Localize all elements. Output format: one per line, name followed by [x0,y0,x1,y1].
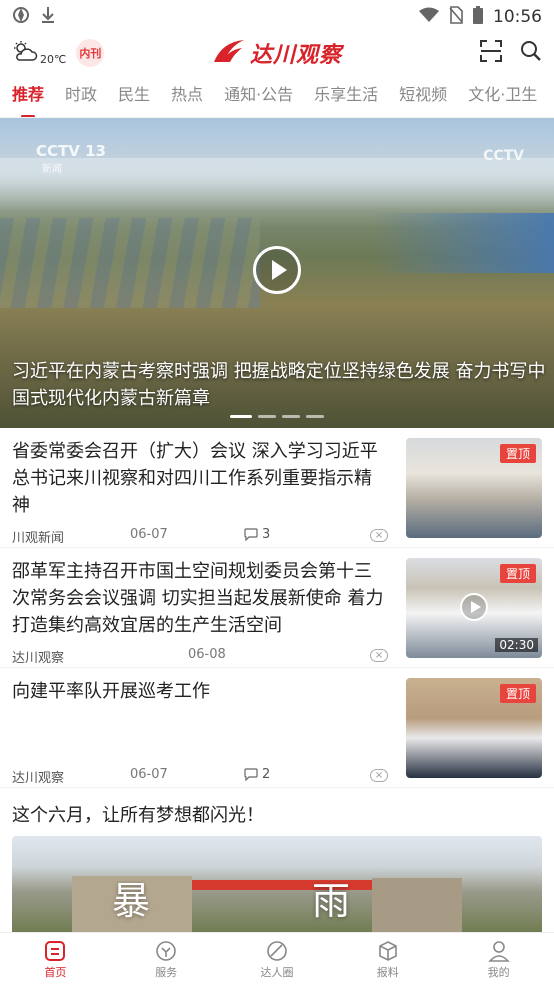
wifi-icon [419,7,439,27]
news-headline[interactable]: 省委常委会召开（扩大）会议 深入学习习近平总书记来川视察和对四川工作系列重要指示… [12,438,384,519]
news-item[interactable]: 省委常委会召开（扩大）会议 深入学习习近平总书记来川视察和对四川工作系列重要指示… [0,428,554,548]
no-sim-icon [449,6,463,28]
tab-livelihood[interactable]: 民生 [118,72,150,117]
comment-count: 3 [262,527,271,542]
cctv13-watermark: CCTV 13 新闻 [36,142,106,175]
nav-report[interactable]: 报料 [332,933,443,986]
news-date: 06-07 [130,767,168,782]
download-icon [40,6,56,28]
news-date: 06-08 [188,647,226,662]
video-duration: 02:30 [495,638,538,652]
comment-count: 2 [262,767,271,782]
dismiss-icon[interactable]: × [370,769,388,782]
tab-lifestyle[interactable]: 乐享生活 [314,72,378,117]
tab-culture-health[interactable]: 文化·卫生 [468,72,537,117]
hero-title[interactable]: 习近平在内蒙古考察时强调 把握战略定位坚持绿色发展 奋力书写中国式现代化内蒙古新… [12,358,546,412]
temperature: 20℃ [40,53,67,66]
dismiss-icon[interactable]: × [370,529,388,542]
app-name: 达川观察 [249,43,343,68]
pinned-badge: 置顶 [499,684,536,703]
feature-card[interactable]: 这个六月，让所有梦想都闪光！ 暴 雨 [0,788,554,936]
channel-tabs: 推荐 时政 民生 热点 通知·公告 乐享生活 短视频 文化·卫生 [0,72,554,118]
hero-video-carousel[interactable]: CCTV 13 新闻 CCTV 习近平在内蒙古考察时强调 把握战略定位坚持绿色发… [0,118,554,428]
community-icon [267,940,287,961]
bottom-navigation: 首页 服务 达人圈 报料 我的 [0,932,554,986]
status-bar: 10:56 [0,0,554,34]
feature-image-char: 雨 [312,879,351,923]
cube-icon [378,940,397,961]
play-icon[interactable] [253,246,301,294]
news-item[interactable]: 向建平率队开展巡考工作 达川观察 06-07 2 × 置顶 [0,668,554,788]
news-thumbnail[interactable]: 置顶 [406,678,542,778]
services-icon [156,940,176,961]
nav-services[interactable]: 服务 [111,933,222,986]
comment-icon [244,768,258,781]
news-headline[interactable]: 邵革军主持召开市国土空间规划委员会第十三次常务会会议强调 切实担当起发展新使命 … [12,558,384,639]
sync-icon [12,6,30,28]
news-item[interactable]: 邵革军主持召开市国土空间规划委员会第十三次常务会会议强调 切实担当起发展新使命 … [0,548,554,668]
comment-icon [244,528,258,541]
nav-community[interactable]: 达人圈 [222,933,333,986]
app-header: 20℃ 内刊 达川观察 [0,34,554,72]
cctv-watermark: CCTV [483,148,524,164]
battery-icon [473,6,483,28]
user-icon [487,940,510,962]
tab-recommend[interactable]: 推荐 [12,72,44,117]
app-logo: 达川观察 [212,37,342,69]
carousel-indicator [230,415,324,418]
video-thumbnail[interactable]: 置顶 02:30 [406,558,542,658]
home-icon [45,940,66,961]
feature-title[interactable]: 这个六月，让所有梦想都闪光！ [12,788,542,836]
news-thumbnail[interactable]: 置顶 [406,438,542,538]
weather-widget[interactable]: 20℃ [12,40,66,66]
tab-politics[interactable]: 时政 [65,72,97,117]
pinned-badge: 置顶 [499,444,536,463]
play-icon[interactable] [460,593,488,621]
news-source: 达川观察 [12,651,65,666]
internal-journal-badge[interactable]: 内刊 [76,39,105,67]
pinned-badge: 置顶 [499,564,536,583]
news-date: 06-07 [130,527,168,542]
nav-home[interactable]: 首页 [0,933,111,986]
news-headline[interactable]: 向建平率队开展巡考工作 [12,678,384,705]
tab-notices[interactable]: 通知·公告 [224,72,293,117]
tab-short-video[interactable]: 短视频 [399,72,447,117]
partly-cloudy-icon [12,40,38,66]
news-source: 达川观察 [12,771,65,786]
feature-image[interactable]: 暴 雨 [12,836,542,936]
clock: 10:56 [493,7,542,27]
tab-hot[interactable]: 热点 [171,72,203,117]
feature-image-char: 暴 [112,879,151,923]
dismiss-icon[interactable]: × [370,649,388,662]
news-source: 川观新闻 [12,531,65,546]
nav-profile[interactable]: 我的 [443,933,554,986]
search-icon[interactable] [520,40,542,66]
scan-icon[interactable] [480,40,502,66]
swoosh-logo-icon [212,38,246,68]
